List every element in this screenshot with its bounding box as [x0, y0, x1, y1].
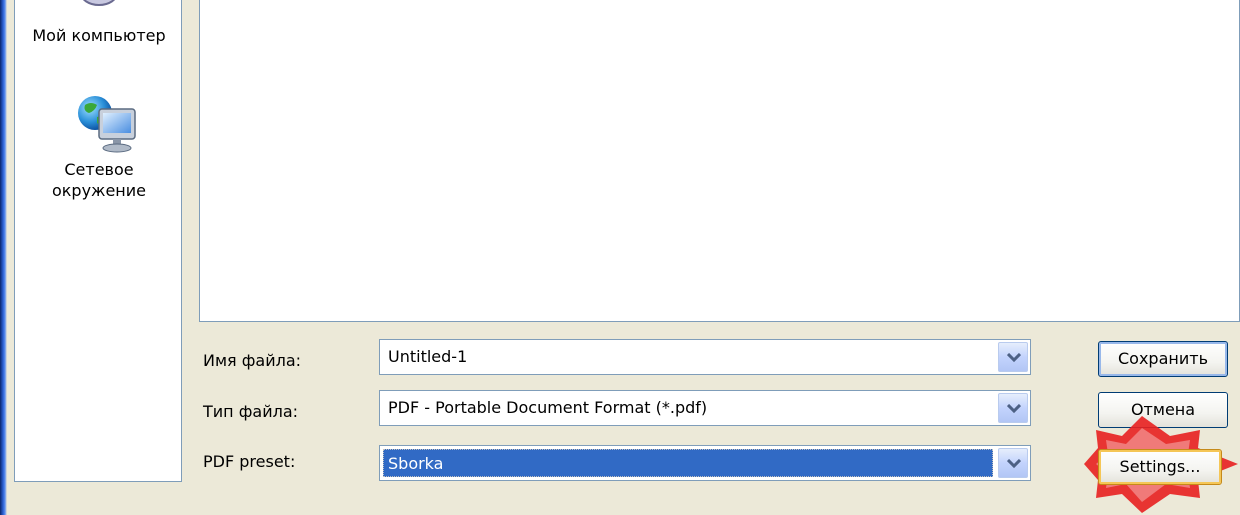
filename-combo[interactable]: Untitled-1	[379, 339, 1031, 375]
filename-input[interactable]: Untitled-1	[384, 345, 471, 369]
window-border	[0, 0, 7, 515]
network-places-icon[interactable]	[75, 93, 139, 157]
chevron-down-icon	[1007, 353, 1021, 363]
save-button[interactable]: Сохранить	[1098, 341, 1228, 377]
preset-value[interactable]: Sborka	[383, 449, 993, 477]
place-network-label-1[interactable]: Сетевое	[15, 159, 183, 180]
file-list[interactable]	[199, 0, 1240, 322]
preset-dropdown-button[interactable]	[998, 448, 1028, 478]
place-network-label-2[interactable]: окружение	[15, 180, 183, 201]
filetype-value[interactable]: PDF - Portable Document Format (*.pdf)	[384, 396, 711, 420]
place-my-computer-label[interactable]: Мой компьютер	[15, 25, 183, 46]
preset-combo[interactable]: Sborka	[379, 445, 1031, 481]
filetype-dropdown-button[interactable]	[998, 393, 1028, 423]
chevron-down-icon	[1007, 404, 1021, 414]
places-bar: Мой компьютер Сетевое окружение	[14, 0, 182, 482]
save-dialog: Мой компьютер Сетевое окружение Имя файл…	[0, 0, 1240, 515]
filetype-label: Тип файла:	[203, 402, 299, 421]
filetype-combo[interactable]: PDF - Portable Document Format (*.pdf)	[379, 390, 1031, 426]
my-computer-icon[interactable]	[79, 0, 119, 9]
cancel-button[interactable]: Отмена	[1098, 392, 1228, 428]
filename-dropdown-button[interactable]	[998, 342, 1028, 372]
settings-button[interactable]: Settings...	[1098, 449, 1222, 485]
filename-label: Имя файла:	[203, 351, 302, 370]
preset-label: PDF preset:	[203, 452, 296, 471]
chevron-down-icon	[1007, 459, 1021, 469]
